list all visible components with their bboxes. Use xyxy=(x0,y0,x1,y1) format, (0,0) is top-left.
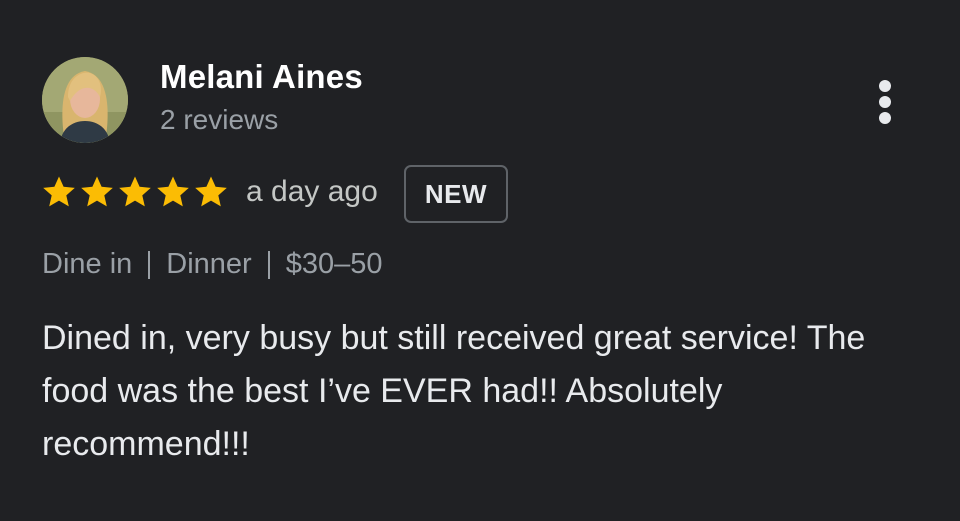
reviewer-name[interactable]: Melani Aines xyxy=(160,58,363,96)
star-icon xyxy=(43,176,75,207)
avatar[interactable] xyxy=(42,57,128,143)
meta-price: $30–50 xyxy=(285,248,383,280)
review-text: Dined in, very busy but still received g… xyxy=(42,319,866,463)
review-card: Melani Aines 2 reviews a day ago NEW Din… xyxy=(0,0,960,521)
meta-divider xyxy=(267,250,270,279)
avatar-image xyxy=(42,57,128,143)
star-icon xyxy=(119,176,151,207)
star-icon xyxy=(195,176,227,207)
more-dot xyxy=(879,80,891,92)
star-icon xyxy=(157,176,189,207)
meta-service: Dine in xyxy=(42,248,133,280)
more-dot xyxy=(879,112,891,124)
more-vert-icon[interactable] xyxy=(866,76,904,128)
star-icon xyxy=(81,176,113,207)
meta-meal: Dinner xyxy=(166,248,252,280)
review-time: a day ago xyxy=(246,175,378,208)
star-rating xyxy=(42,175,228,209)
review-meta: Dine in Dinner $30–50 xyxy=(42,248,383,281)
new-badge: NEW xyxy=(404,165,508,223)
reviewer-review-count[interactable]: 2 reviews xyxy=(160,104,278,136)
meta-divider xyxy=(148,250,151,279)
more-dot xyxy=(879,96,891,108)
